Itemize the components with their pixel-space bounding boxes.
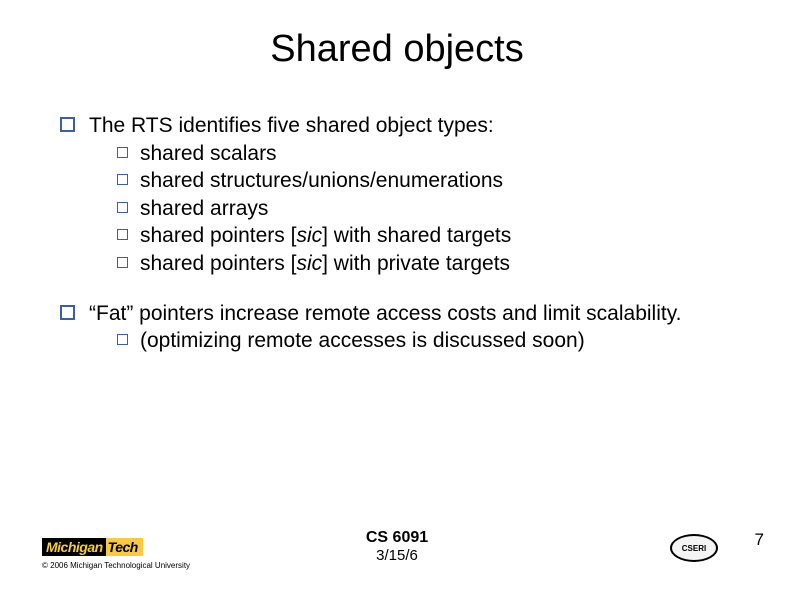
bullet-text: The RTS identifies five shared object ty… xyxy=(89,113,734,139)
copyright-text: © 2006 Michigan Technological University xyxy=(42,561,190,570)
bullet-text: “Fat” pointers increase remote access co… xyxy=(89,301,734,327)
bullet-l1-content: “Fat” pointers increase remote access co… xyxy=(89,301,734,354)
cseri-oval-icon: CSERI xyxy=(670,534,718,562)
bullet-l2: shared arrays xyxy=(89,196,734,222)
square-bullet-icon xyxy=(60,117,75,132)
slide-footer: MichiganTech © 2006 Michigan Technologic… xyxy=(0,522,794,582)
slide-body: The RTS identifies five shared object ty… xyxy=(60,113,734,354)
bullet-l2: shared structures/unions/enumerations xyxy=(89,168,734,194)
bullet-text: shared pointers [sic] with shared target… xyxy=(140,223,511,249)
square-bullet-icon xyxy=(117,229,128,240)
michigan-tech-logo: MichiganTech xyxy=(42,538,143,556)
bullet-text: shared pointers [sic] with private targe… xyxy=(140,251,510,277)
logo-text-left: Michigan xyxy=(42,538,106,556)
bullet-text: shared arrays xyxy=(140,196,268,222)
square-bullet-icon xyxy=(117,202,128,213)
square-bullet-icon xyxy=(117,147,128,158)
slide-date: 3/15/6 xyxy=(366,547,428,564)
bullet-l1: “Fat” pointers increase remote access co… xyxy=(60,301,734,354)
bullet-l2: shared pointers [sic] with private targe… xyxy=(89,251,734,277)
square-bullet-icon xyxy=(117,334,128,345)
footer-center: CS 6091 3/15/6 xyxy=(366,529,428,564)
bullet-text: shared scalars xyxy=(140,141,277,167)
slide: Shared objects The RTS identifies five s… xyxy=(0,0,794,596)
square-bullet-icon xyxy=(117,257,128,268)
bullet-l1-content: The RTS identifies five shared object ty… xyxy=(89,113,734,277)
square-bullet-icon xyxy=(60,305,75,320)
bullet-l2: (optimizing remote accesses is discussed… xyxy=(89,328,734,354)
bullet-text: (optimizing remote accesses is discussed… xyxy=(140,328,585,354)
bullet-l2: shared pointers [sic] with shared target… xyxy=(89,223,734,249)
cseri-logo: CSERI xyxy=(670,534,718,562)
bullet-l2: shared scalars xyxy=(89,141,734,167)
square-bullet-icon xyxy=(117,174,128,185)
bullet-l1: The RTS identifies five shared object ty… xyxy=(60,113,734,277)
logo-text-right: Tech xyxy=(106,538,143,556)
course-code: CS 6091 xyxy=(366,529,428,547)
slide-title: Shared objects xyxy=(60,28,734,71)
page-number: 7 xyxy=(755,530,764,550)
bullet-text: shared structures/unions/enumerations xyxy=(140,168,503,194)
